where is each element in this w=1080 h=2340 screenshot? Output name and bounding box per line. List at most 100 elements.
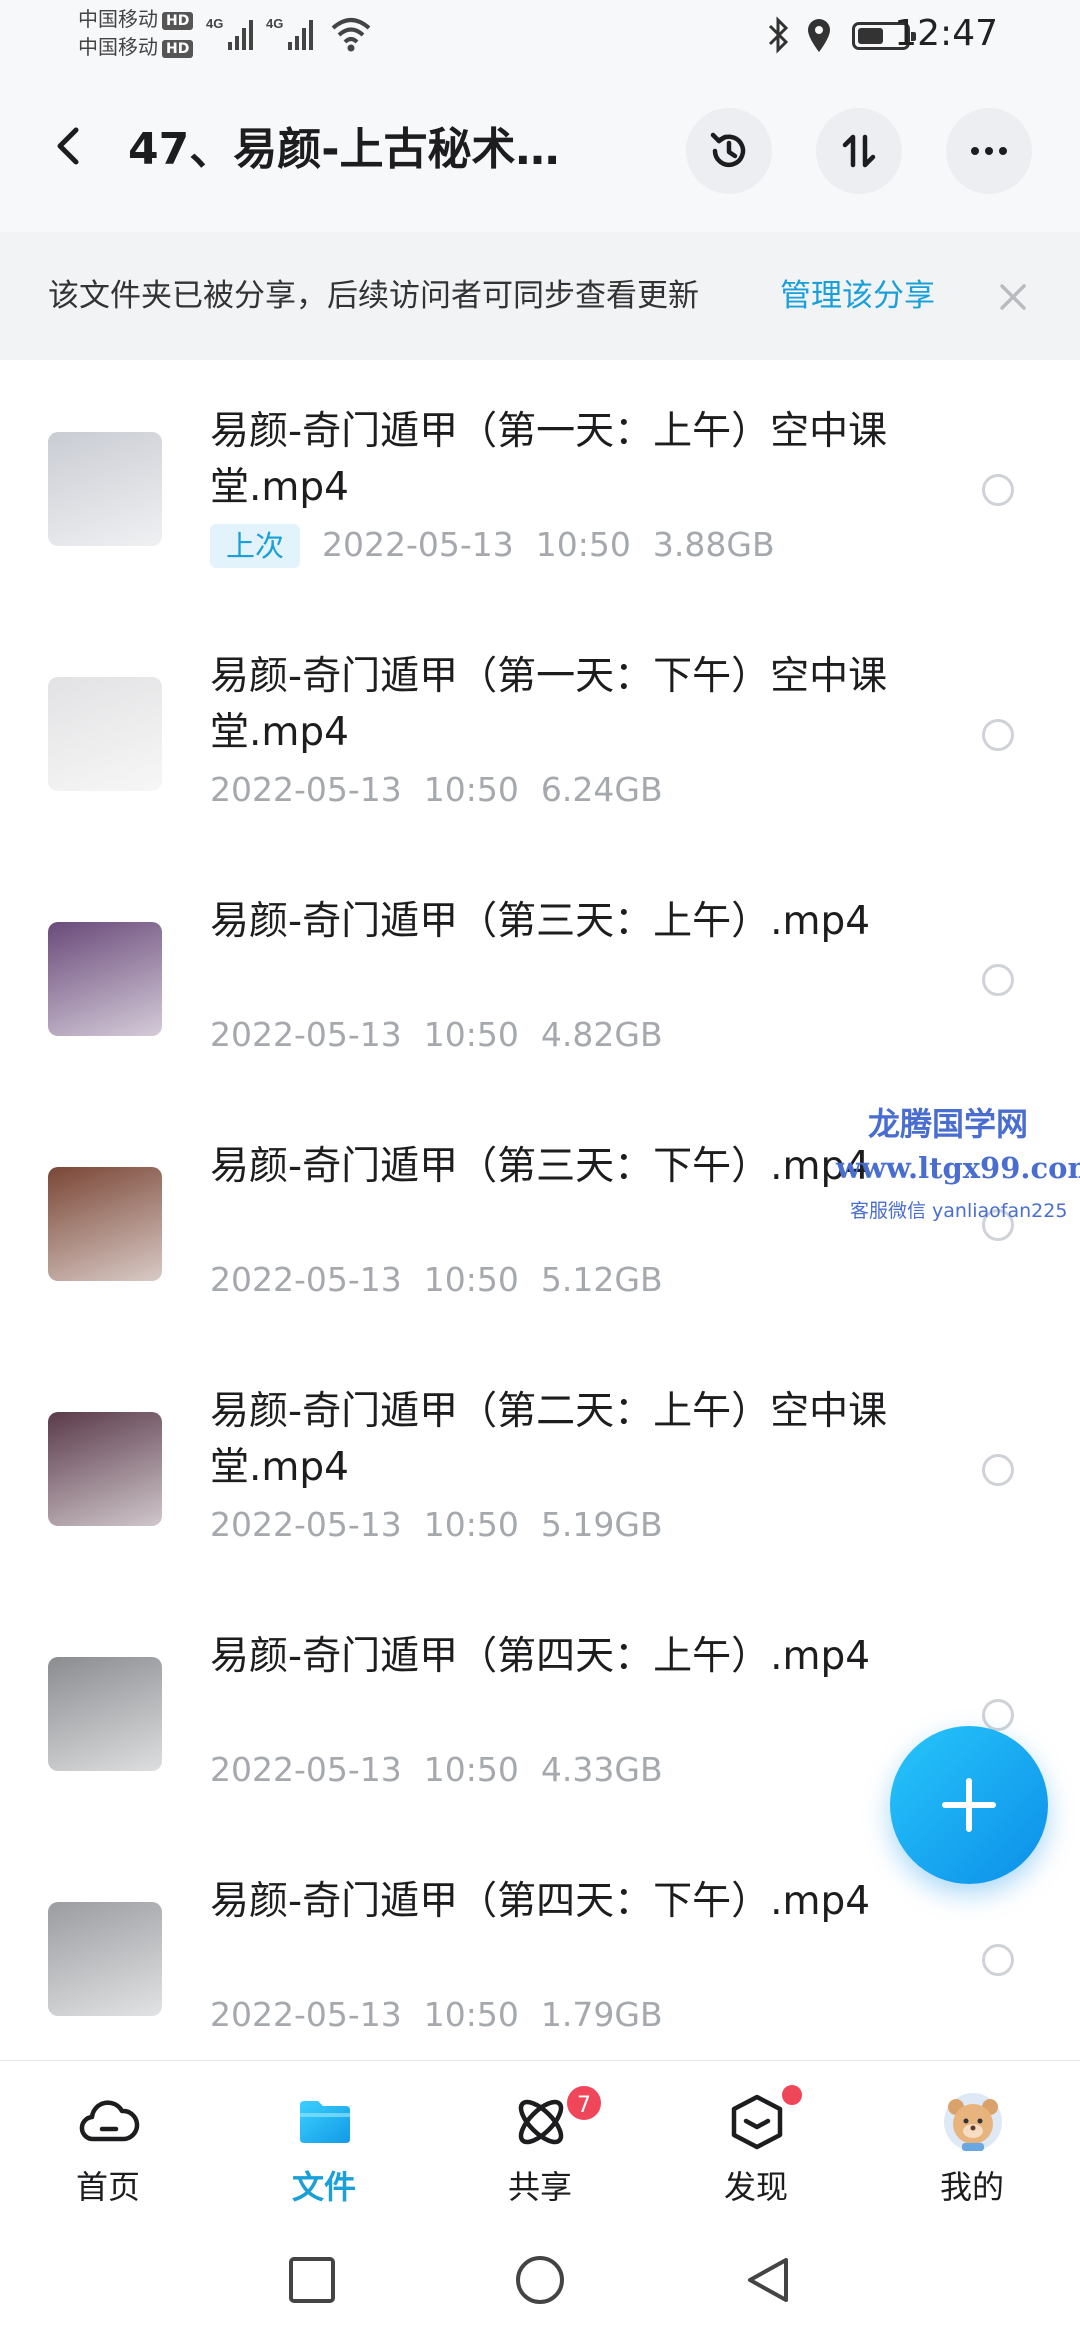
- signal-icon: 4G: [206, 16, 253, 50]
- back-triangle-icon[interactable]: [742, 2254, 794, 2306]
- file-row[interactable]: 易颜-奇门遁甲（第一天：下午）空中课堂.mp4 2022-05-13 10:50 6.…: [0, 605, 1080, 850]
- file-name: 易颜-奇门遁甲（第一天：下午）空中课堂.mp4: [210, 654, 888, 755]
- file-row[interactable]: 易颜-奇门遁甲（第三天：上午）.mp4 2022-05-13 10:50 4.82GB: [0, 850, 1080, 1095]
- more-button[interactable]: [946, 108, 1032, 194]
- top-bar: 47、易颜-上古秘术…: [0, 72, 1080, 232]
- file-meta: 2022-05-13 10:50 5.12GB: [210, 1257, 685, 1303]
- select-radio[interactable]: [982, 964, 1014, 996]
- select-radio[interactable]: [982, 1699, 1014, 1731]
- folder-icon: [300, 2101, 350, 2143]
- bottom-nav: 首页 文件 7 共享 发现 我的: [0, 2060, 1080, 2220]
- tab-home[interactable]: 首页: [0, 2061, 216, 2221]
- file-meta: 2022-05-13 10:50 4.82GB: [210, 1012, 685, 1058]
- file-list-screen: 中国移动 HD 中国移动 HD 4G 4G 12:47 47、易颜-上古秘术… …: [0, 0, 1080, 2340]
- watermark-title: 龙腾国学网: [868, 1105, 1029, 1143]
- share-banner-text: 该文件夹已被分享，后续访问者可同步查看更新: [48, 278, 699, 314]
- bluetooth-icon: [768, 16, 789, 54]
- tab-mine-label: 我的: [939, 2168, 1004, 2206]
- file-time: 10:50: [423, 1750, 519, 1789]
- share-banner: 该文件夹已被分享，后续访问者可同步查看更新 管理该分享: [0, 232, 1080, 360]
- sort-button[interactable]: [816, 108, 902, 194]
- select-radio[interactable]: [982, 1454, 1014, 1486]
- svg-text:4G: 4G: [206, 16, 223, 31]
- file-name: 易颜-奇门遁甲（第一天：上午）空中课堂.mp4: [210, 409, 888, 510]
- file-size: 1.79GB: [540, 1995, 663, 2034]
- video-thumbnail: [48, 1657, 162, 1771]
- select-radio[interactable]: [982, 474, 1014, 506]
- discover-dot: [782, 2085, 802, 2105]
- history-icon: [710, 132, 746, 168]
- close-icon[interactable]: [996, 280, 1030, 314]
- file-meta: 2022-05-13 10:50 5.19GB: [210, 1502, 685, 1548]
- tab-discover[interactable]: 发现: [648, 2061, 864, 2221]
- file-date: 2022-05-13: [322, 525, 514, 564]
- file-time: 10:50: [535, 525, 631, 564]
- file-size: 3.88GB: [652, 525, 775, 564]
- video-thumbnail: [48, 1902, 162, 2016]
- file-meta: 2022-05-13 10:50 4.33GB: [210, 1747, 685, 1793]
- file-meta: 2022-05-13 10:50 1.79GB: [210, 1992, 685, 2038]
- avatar-icon: [944, 2093, 1002, 2151]
- file-time: 10:50: [423, 1505, 519, 1544]
- video-thumbnail: [48, 432, 162, 546]
- file-size: 5.19GB: [540, 1505, 663, 1544]
- file-row[interactable]: 易颜-奇门遁甲（第一天：上午）空中课堂.mp4 上次 2022-05-13 10:50…: [0, 360, 1080, 605]
- carrier-1: 中国移动 HD: [78, 6, 194, 32]
- signal-icon: 4G: [266, 16, 313, 50]
- file-date: 2022-05-13: [210, 770, 402, 809]
- sort-icon: [842, 134, 876, 168]
- status-time: 12:47: [894, 13, 998, 54]
- select-radio[interactable]: [982, 1944, 1014, 1976]
- file-row[interactable]: 易颜-奇门遁甲（第四天：下午）.mp4 2022-05-13 10:50 1.79GB: [0, 1830, 1080, 2075]
- file-meta: 上次 2022-05-13 10:50 3.88GB: [210, 522, 797, 568]
- file-date: 2022-05-13: [210, 1260, 402, 1299]
- location-icon: [808, 19, 830, 52]
- file-name: 易颜-奇门遁甲（第二天：上午）空中课堂.mp4: [210, 1389, 888, 1490]
- file-size: 4.82GB: [540, 1015, 663, 1054]
- video-thumbnail: [48, 1412, 162, 1526]
- file-time: 10:50: [423, 1260, 519, 1299]
- history-button[interactable]: [686, 108, 772, 194]
- share-badge: 7: [564, 2083, 604, 2123]
- manage-share-link[interactable]: 管理该分享: [780, 274, 935, 318]
- tab-discover-label: 发现: [723, 2168, 788, 2206]
- back-arrow-icon[interactable]: [44, 116, 100, 176]
- file-date: 2022-05-13: [210, 1995, 402, 2034]
- file-size: 6.24GB: [540, 770, 663, 809]
- file-time: 10:50: [423, 1995, 519, 2034]
- wifi-icon: [331, 18, 371, 52]
- video-thumbnail: [48, 1167, 162, 1281]
- tab-files[interactable]: 文件: [216, 2061, 432, 2221]
- watermark-contact: 客服微信 yanliaofan225: [850, 1200, 1068, 1222]
- add-button[interactable]: [890, 1726, 1048, 1884]
- tab-mine[interactable]: 我的: [864, 2061, 1080, 2221]
- file-meta: 2022-05-13 10:50 6.24GB: [210, 767, 685, 813]
- tab-share[interactable]: 7 共享: [432, 2061, 648, 2221]
- select-radio[interactable]: [982, 719, 1014, 751]
- system-nav-bar: [0, 2220, 1080, 2340]
- last-viewed-tag: 上次: [210, 524, 301, 568]
- video-thumbnail: [48, 922, 162, 1036]
- file-time: 10:50: [423, 770, 519, 809]
- file-date: 2022-05-13: [210, 1505, 402, 1544]
- file-name: 易颜-奇门遁甲（第四天：上午）.mp4: [210, 1634, 871, 1679]
- discover-cube-icon: [731, 2094, 783, 2150]
- file-name: 易颜-奇门遁甲（第三天：下午）.mp4: [210, 1144, 871, 1189]
- svg-text:4G: 4G: [266, 16, 283, 31]
- page-title: 47、易颜-上古秘术…: [128, 124, 560, 175]
- recents-square-icon[interactable]: [286, 2254, 338, 2306]
- file-size: 5.12GB: [540, 1260, 663, 1299]
- video-thumbnail: [48, 677, 162, 791]
- file-date: 2022-05-13: [210, 1015, 402, 1054]
- share-atom-icon: [518, 2099, 564, 2145]
- file-size: 4.33GB: [540, 1750, 663, 1789]
- file-date: 2022-05-13: [210, 1750, 402, 1789]
- cloud-icon: [79, 2100, 140, 2142]
- file-row[interactable]: 易颜-奇门遁甲（第二天：上午）空中课堂.mp4 2022-05-13 10:50 5.…: [0, 1340, 1080, 1585]
- home-circle-icon[interactable]: [514, 2254, 566, 2306]
- tab-home-label: 首页: [75, 2168, 140, 2206]
- tab-share-label: 共享: [507, 2168, 572, 2206]
- more-dots-icon: [971, 147, 1007, 155]
- plus-icon: [942, 1778, 996, 1832]
- file-name: 易颜-奇门遁甲（第四天：下午）.mp4: [210, 1879, 871, 1924]
